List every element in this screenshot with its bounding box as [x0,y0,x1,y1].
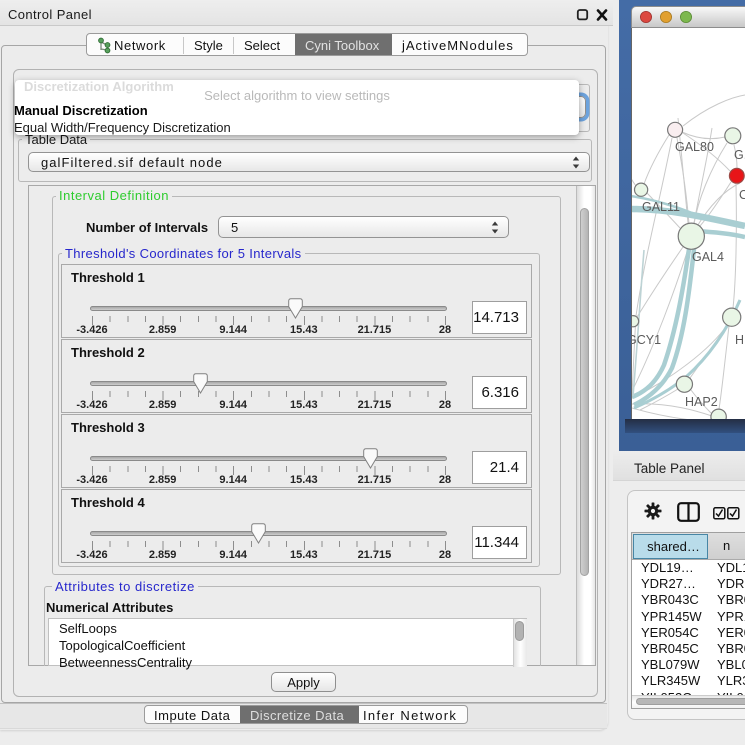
svg-text:H: H [735,333,744,347]
svg-text:HAP2: HAP2 [685,395,718,409]
svg-text:C: C [739,188,745,202]
svg-text:GAL11: GAL11 [642,200,680,214]
svg-text:GAL80: GAL80 [675,140,714,154]
svg-text:G.: G. [734,148,745,162]
svg-text:GAL4: GAL4 [692,250,724,264]
svg-text:GCY1: GCY1 [632,333,661,347]
